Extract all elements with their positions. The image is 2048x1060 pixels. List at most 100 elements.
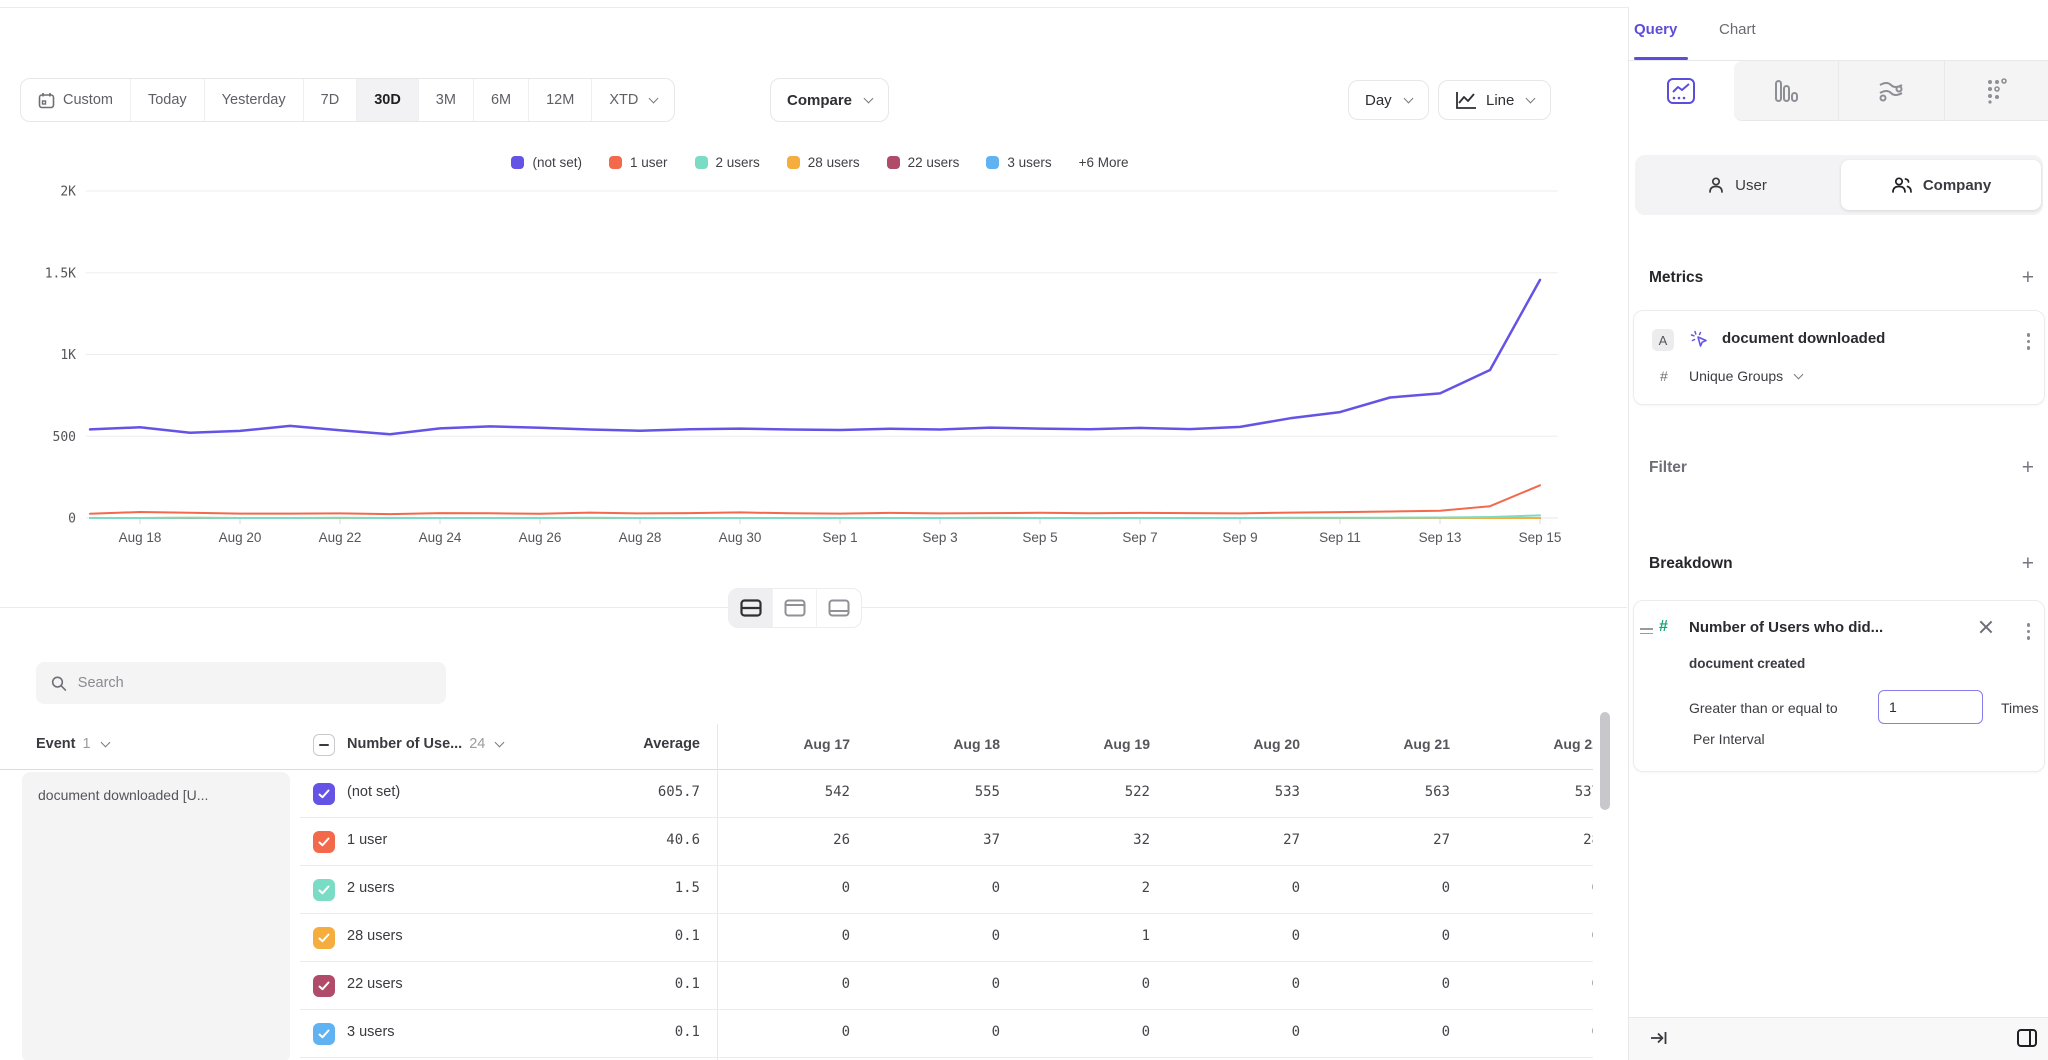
legend-label: (not set) (532, 155, 582, 170)
layout-split-button[interactable] (729, 589, 773, 627)
compare-button[interactable]: Compare (770, 78, 889, 122)
series-line[interactable] (90, 485, 1540, 514)
compare-label: Compare (787, 92, 852, 109)
filter-section-header: Filter + (1649, 457, 2034, 478)
breakdown-card[interactable]: # Number of Users who did... document cr… (1633, 600, 2045, 772)
row-label: 2 users (347, 880, 395, 896)
chart-type-bar-tab[interactable] (1734, 61, 1839, 121)
chevron-down-icon (1526, 94, 1536, 104)
x-axis-label: Aug 26 (519, 530, 562, 545)
breakdown-menu-button[interactable] (2025, 621, 2033, 642)
cell-value: 0 (868, 928, 1018, 944)
range-30d-button[interactable]: 30D (357, 79, 419, 121)
range-today-button[interactable]: Today (131, 79, 205, 121)
collapse-panel-icon[interactable] (1649, 1028, 1669, 1048)
row-checkbox[interactable] (313, 927, 335, 949)
cell-value: 555 (868, 784, 1018, 800)
legend-item[interactable]: (not set) (511, 155, 582, 170)
cell-value: 0 (718, 880, 868, 896)
metric-name[interactable]: document downloaded (1722, 330, 1885, 347)
legend-item[interactable]: 22 users (887, 155, 960, 170)
group-column-header[interactable]: Number of Use... 24 (347, 736, 503, 752)
group-header-label: Number of Use... (347, 736, 462, 752)
range-label: Custom (63, 92, 113, 108)
per-interval-label[interactable]: Per Interval (1693, 731, 1765, 747)
granularity-button[interactable]: Day (1348, 80, 1429, 120)
range-xtd-button[interactable]: XTD (592, 79, 674, 121)
add-filter-button[interactable]: + (2022, 457, 2034, 478)
metric-menu-button[interactable] (2025, 331, 2033, 352)
date-column-header[interactable]: Aug 21 (1318, 736, 1468, 752)
range-custom-button[interactable]: Custom (21, 79, 131, 121)
add-breakdown-button[interactable]: + (2022, 553, 2034, 574)
search-box (36, 662, 446, 704)
chart-type-button[interactable]: Line (1438, 80, 1551, 120)
line-chart-tab-icon (1666, 77, 1696, 105)
range-label: 12M (546, 92, 574, 108)
layout-chart-only-button[interactable] (773, 589, 817, 627)
range-6m-button[interactable]: 6M (474, 79, 529, 121)
breakdown-condition[interactable]: Greater than or equal to (1689, 700, 1838, 716)
select-all-checkbox[interactable] (313, 734, 335, 756)
row-checkbox[interactable] (313, 879, 335, 901)
legend-swatch (609, 156, 622, 169)
date-column-header[interactable]: Aug 20 (1168, 736, 1318, 752)
legend-item[interactable]: 1 user (609, 155, 668, 170)
cell-value: 28 (1468, 832, 1593, 848)
close-icon[interactable] (1976, 617, 1996, 637)
cell-value: 0 (1168, 928, 1318, 944)
breakdown-name[interactable]: Number of Users who did... (1689, 619, 1883, 636)
series-line[interactable] (90, 515, 1540, 518)
cell-value: 0 (1468, 976, 1593, 992)
range-label: 30D (374, 92, 401, 108)
average-column-header[interactable]: Average (540, 736, 700, 752)
breakdown-event[interactable]: document created (1689, 656, 1805, 671)
cell-value: 522 (1018, 784, 1168, 800)
cell-value: 0 (1168, 1024, 1318, 1040)
search-input[interactable] (78, 675, 431, 691)
drag-handle-icon[interactable] (1640, 625, 1653, 637)
range-3m-button[interactable]: 3M (419, 79, 474, 121)
legend-item[interactable]: 2 users (695, 155, 760, 170)
row-checkbox[interactable] (313, 831, 335, 853)
breakdown-title: Breakdown (1649, 555, 1733, 573)
calendar-icon (38, 92, 55, 109)
chart-type-scatter-tab[interactable] (1944, 61, 2048, 121)
aggregation-selector[interactable]: Unique Groups (1689, 368, 1802, 384)
row-checkbox[interactable] (313, 1023, 335, 1045)
times-input[interactable] (1878, 690, 1983, 724)
range-yesterday-button[interactable]: Yesterday (205, 79, 304, 121)
legend-item[interactable]: 28 users (787, 155, 860, 170)
event-cell[interactable]: document downloaded [U... (22, 772, 290, 1060)
row-checkbox[interactable] (313, 783, 335, 805)
cell-value: 537 (1468, 784, 1593, 800)
cell-value: 0 (868, 976, 1018, 992)
date-column-header[interactable]: Aug 19 (1018, 736, 1168, 752)
date-range-group: Custom TodayYesterday7D 30D 3M6M 12M XTD (20, 78, 675, 122)
chart-type-line-tab[interactable] (1629, 61, 1734, 121)
range-7d-button[interactable]: 7D (304, 79, 358, 121)
toggle-company-label: Company (1923, 177, 1991, 194)
toggle-company[interactable]: Company (1841, 160, 2041, 210)
metric-card[interactable]: A document downloaded # Unique Groups (1633, 310, 2045, 405)
toggle-user[interactable]: User (1637, 160, 1837, 210)
panel-tabs: Query Chart (1629, 7, 2048, 60)
row-checkbox[interactable] (313, 975, 335, 997)
table-scrollbar[interactable] (1600, 712, 1610, 810)
legend-more-button[interactable]: +6 More (1079, 155, 1129, 170)
legend-item[interactable]: 3 users (986, 155, 1051, 170)
chart-type-flow-tab[interactable] (1838, 61, 1944, 121)
date-column-header[interactable]: Aug 22 (1468, 736, 1593, 752)
tab-chart[interactable]: Chart (1719, 21, 1756, 38)
cell-value: 0 (1318, 1024, 1468, 1040)
series-line[interactable] (90, 280, 1540, 434)
add-metric-button[interactable]: + (2022, 267, 2034, 288)
range-12m-button[interactable]: 12M (529, 79, 592, 121)
tab-query[interactable]: Query (1634, 21, 1677, 38)
chevron-down-icon (495, 738, 505, 748)
event-column-header[interactable]: Event 1 (36, 736, 109, 752)
date-column-header[interactable]: Aug 18 (868, 736, 1018, 752)
sidebar-toggle-icon[interactable] (2015, 1026, 2039, 1050)
layout-table-only-button[interactable] (817, 589, 861, 627)
date-column-header[interactable]: Aug 17 (718, 736, 868, 752)
